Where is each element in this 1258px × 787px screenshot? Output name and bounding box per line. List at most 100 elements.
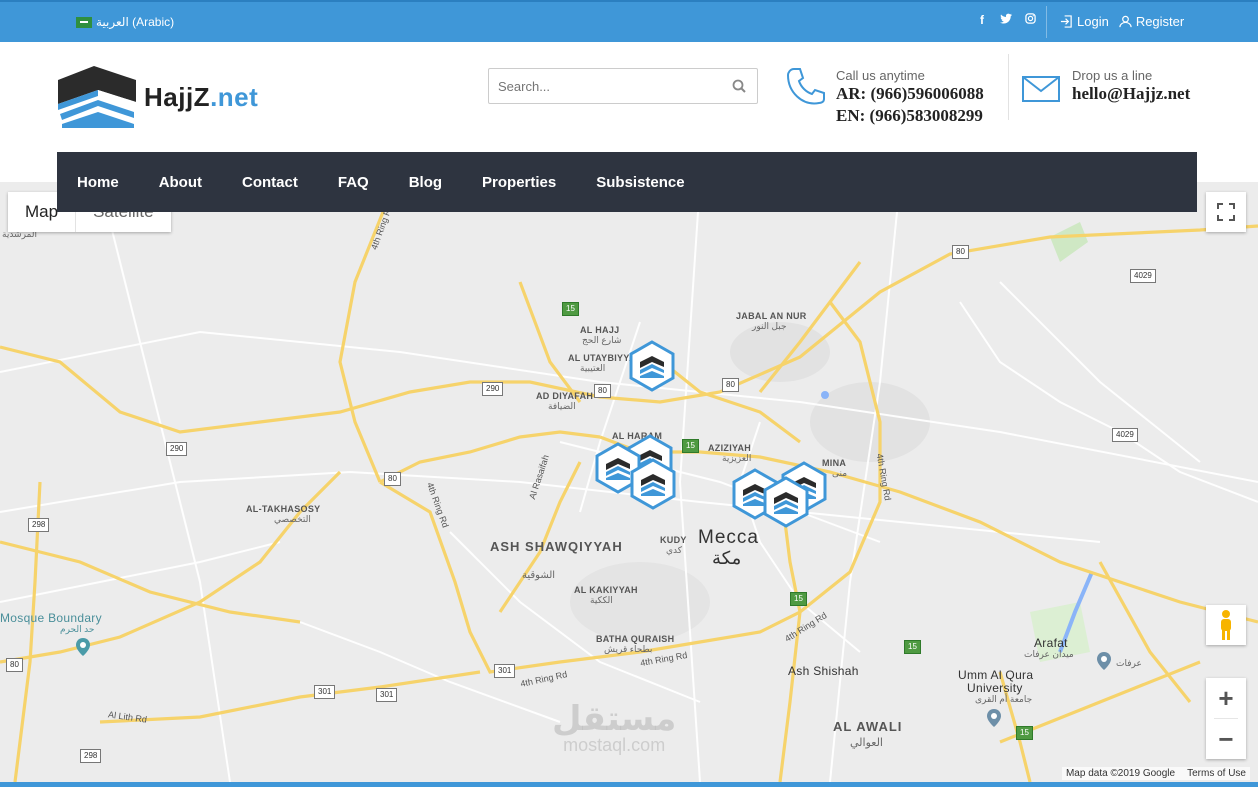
main-nav: Home About Contact FAQ Blog Properties S… (57, 152, 1197, 212)
property-marker[interactable] (761, 476, 811, 528)
label-awali-ar: العوالي (850, 737, 883, 749)
fullscreen-icon (1217, 203, 1235, 221)
fullscreen-button[interactable] (1206, 192, 1246, 232)
nav-about[interactable]: About (159, 174, 202, 191)
label-mecca: Mecca (698, 527, 759, 548)
label-shishah: Ash Shishah (788, 664, 859, 678)
register-label: Register (1135, 14, 1185, 29)
nav-faq[interactable]: FAQ (338, 174, 369, 191)
nav-subsistence[interactable]: Subsistence (596, 174, 684, 191)
phone-icon (786, 68, 825, 105)
label-mosque-boundary: Mosque Boundary (0, 611, 102, 625)
label-utaybiyya: AL UTAYBIYYA (568, 353, 636, 363)
shield-80-d: 80 (952, 245, 969, 259)
search-box (488, 68, 758, 104)
shield-298-b: 298 (80, 749, 102, 763)
label-umm-alqura: Umm Al Qura (958, 668, 1034, 682)
property-marker[interactable] (627, 340, 677, 392)
shield-80-c: 80 (384, 472, 401, 486)
shield-80-a: 80 (594, 384, 611, 398)
zoom-control: + − (1206, 678, 1246, 759)
bottom-bar (0, 782, 1258, 787)
shield-290-a: 290 (482, 382, 504, 396)
shield-4029-a: 4029 (1130, 269, 1156, 283)
shield-15-c: 15 (790, 592, 807, 606)
mail-icon (1022, 76, 1060, 102)
label-azizyah-ar: العزيزية (722, 453, 752, 463)
login-icon (1060, 15, 1072, 28)
search-input[interactable] (489, 69, 719, 103)
terms-link[interactable]: Terms of Use (1187, 768, 1246, 779)
label-kakiyyah-ar: الككية (590, 595, 613, 605)
shield-301-a: 301 (494, 664, 516, 678)
label-takhasosy: AL-TAKHASOSY (246, 504, 321, 514)
watermark-latin: mostaql.com (563, 735, 666, 755)
label-jabal: JABAL AN NUR (736, 311, 807, 321)
shield-301-b: 301 (314, 685, 336, 699)
label-batha-ar: بطحاء قريش (604, 644, 653, 654)
language-switch[interactable]: العربية (Arabic) (76, 15, 174, 29)
topbar-divider (1046, 6, 1047, 38)
search-icon[interactable] (731, 78, 747, 94)
mosque-pin-icon[interactable] (76, 638, 90, 656)
phone-en[interactable]: EN: (966)583008299 (836, 106, 983, 126)
shield-301-c: 301 (376, 688, 398, 702)
label-arafat-ar2: عرفات (1116, 658, 1142, 668)
shield-80-b: 80 (722, 378, 739, 392)
shield-290-b: 290 (166, 442, 188, 456)
label-kakiyyah: AL KAKIYYAH (574, 585, 638, 595)
label-diyafah-ar: الضيافة (548, 401, 576, 411)
arafat-pin-icon[interactable] (1097, 652, 1111, 670)
nav-home[interactable]: Home (77, 174, 119, 191)
logo-text: HajjZ.net (144, 82, 258, 113)
facebook-icon[interactable]: f (976, 13, 988, 27)
street-view-button[interactable] (1206, 605, 1246, 645)
nav-contact[interactable]: Contact (242, 174, 298, 191)
label-diyafah: AD DIYAFAH (536, 391, 594, 401)
label-utaybiyya-ar: العتيبية (580, 363, 606, 373)
login-link[interactable]: Login (1060, 14, 1109, 29)
shield-15-b: 15 (682, 439, 699, 453)
nav-properties[interactable]: Properties (482, 174, 556, 191)
label-takhasosy-ar: التخصصي (274, 514, 311, 524)
shield-15-a: 15 (562, 302, 579, 316)
watermark-arabic: مستقل (552, 700, 677, 738)
email-address[interactable]: hello@Hajjz.net (1072, 84, 1190, 104)
label-arafat-ar: ميدان عرفات (1024, 649, 1074, 659)
google-map[interactable]: Map Satellite + − المرشدية JABAL AN NUR … (0, 182, 1258, 782)
phone-ar[interactable]: AR: (966)596006088 (836, 84, 984, 104)
label-arafat: Arafat (1034, 636, 1068, 650)
zoom-in-button[interactable]: + (1206, 678, 1246, 718)
property-marker[interactable] (628, 458, 678, 510)
mail-label: Drop us a line (1072, 68, 1153, 83)
twitter-icon[interactable] (1000, 13, 1012, 27)
auth-links: Login Register (1060, 14, 1184, 29)
instagram-icon[interactable] (1024, 13, 1036, 27)
label-alhajj-ar: شارع الحج (582, 335, 622, 345)
map-data-label: Map data ©2019 Google (1065, 768, 1176, 779)
logo-tld: .net (210, 81, 259, 112)
call-label: Call us anytime (836, 68, 925, 83)
shield-15-d: 15 (904, 640, 921, 654)
shield-4029-b: 4029 (1112, 428, 1138, 442)
label-umm-ar: جامعة أم القرى (975, 694, 1033, 704)
language-label: العربية (Arabic) (96, 15, 175, 29)
label-mosque-ar: حد الحرم (60, 624, 95, 634)
login-label: Login (1077, 14, 1109, 29)
pegman-icon (1221, 610, 1231, 640)
label-kudy: KUDY (660, 535, 687, 545)
label-university: University (967, 681, 1023, 695)
university-pin-icon[interactable] (987, 709, 1001, 727)
register-link[interactable]: Register (1119, 14, 1184, 29)
label-alhajj: AL HAJJ (580, 325, 620, 335)
shield-298-a: 298 (28, 518, 50, 532)
watermark: مستقل mostaql.com (552, 702, 676, 754)
user-icon (1119, 15, 1132, 28)
label-jabal-ar: جبل النور (752, 321, 787, 331)
label-azizyah: AZIZIYAH (708, 443, 752, 453)
map-attribution: Map data ©2019 Google Terms of Use (1061, 767, 1250, 780)
site-logo[interactable]: HajjZ.net (58, 66, 258, 128)
nav-blog[interactable]: Blog (409, 174, 442, 191)
logo-main: HajjZ (144, 81, 211, 112)
zoom-out-button[interactable]: − (1206, 719, 1246, 759)
